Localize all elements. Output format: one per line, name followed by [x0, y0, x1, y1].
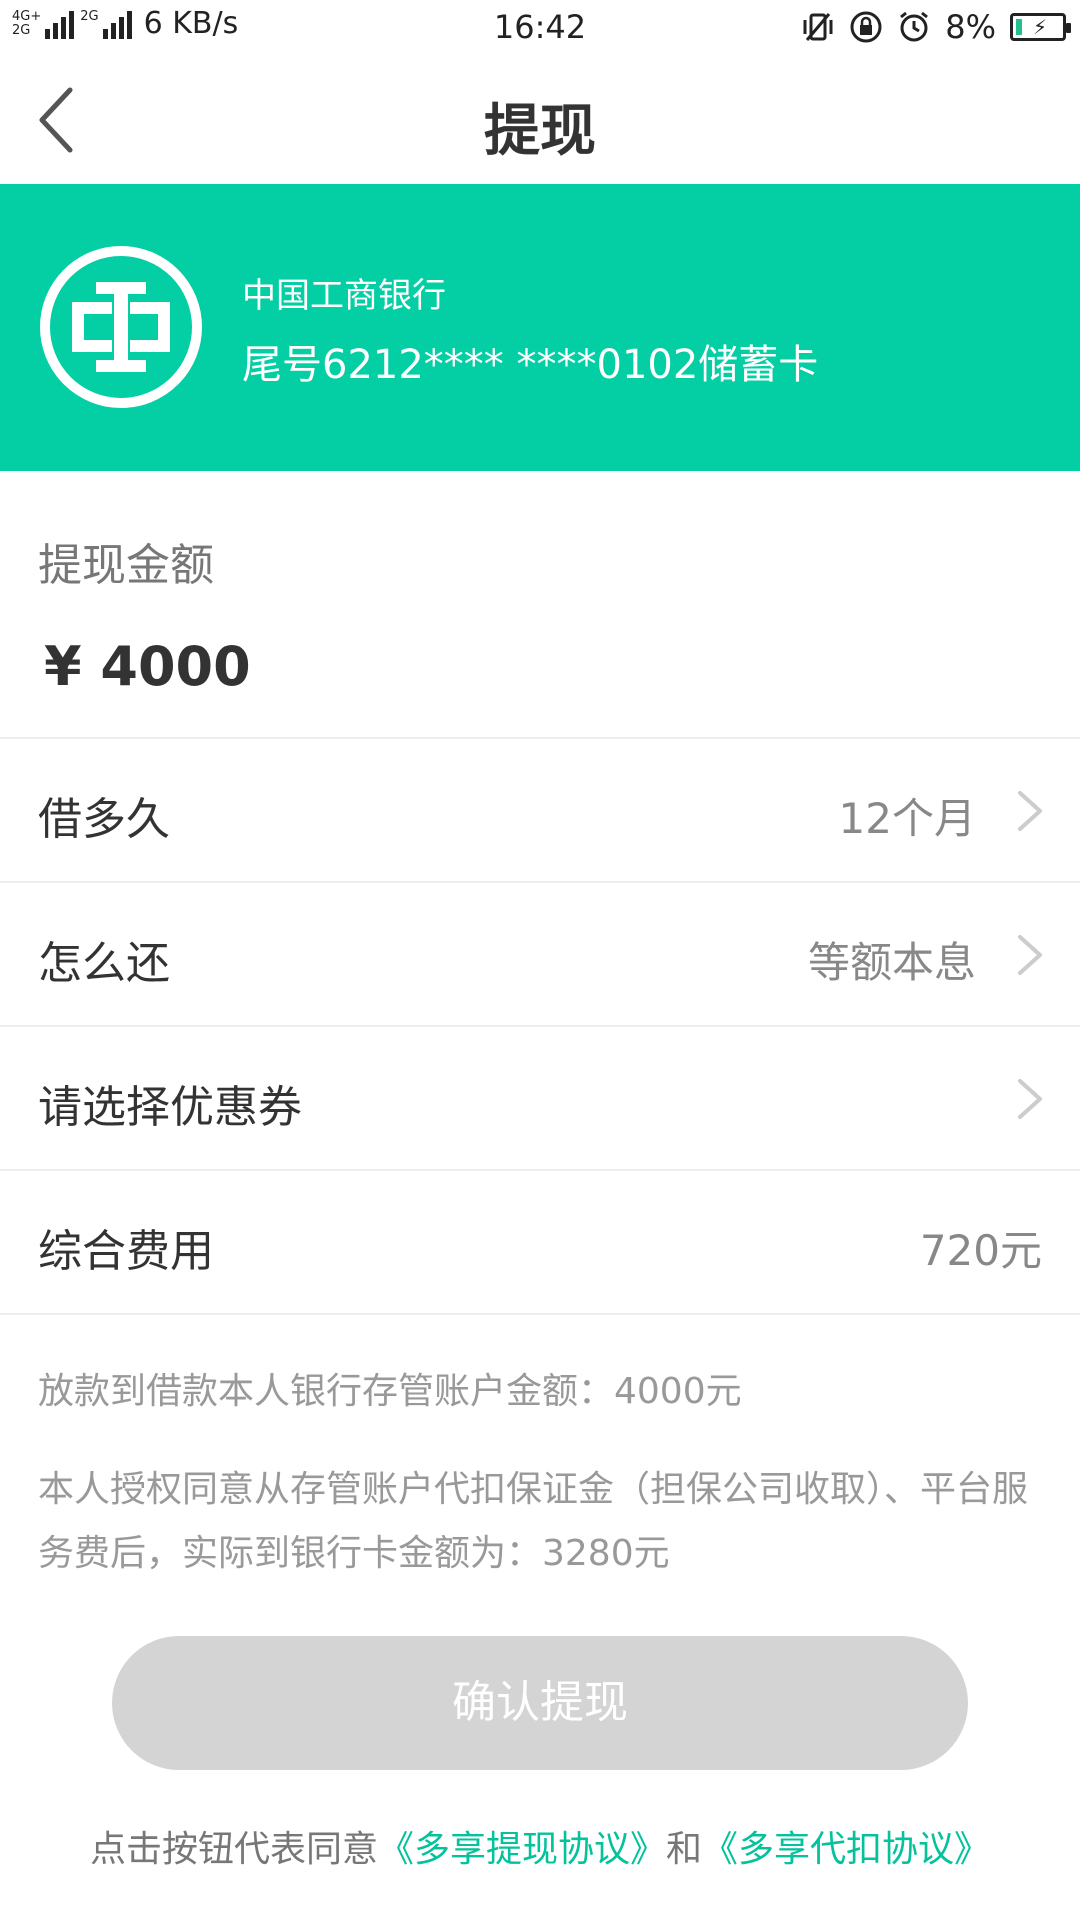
chevron-right-icon: [1018, 1079, 1042, 1119]
status-bar-right: 8% ⚡: [801, 8, 1071, 46]
fee-label: 综合费用: [38, 1226, 214, 1277]
agreement-conjunction: 和: [666, 1829, 703, 1870]
chevron-right-icon: [1018, 791, 1042, 831]
agreement-text: 点击按钮代表同意《多享提现协议》和《多享代扣协议》: [0, 1820, 1080, 1872]
loan-term-value: 12个月: [838, 794, 976, 843]
bank-name: 中国工商银行: [242, 276, 446, 316]
fee-value: 720元: [919, 1226, 1042, 1275]
loan-term-row[interactable]: 借多久 12个月: [0, 739, 1080, 883]
coupon-label: 请选择优惠券: [38, 1082, 302, 1133]
loan-term-label: 借多久: [38, 794, 170, 845]
amount-input[interactable]: ¥ 4000: [44, 635, 251, 698]
battery-percent: 8%: [945, 8, 996, 46]
withdraw-agreement-link[interactable]: 《多享提现协议》: [378, 1829, 666, 1870]
deduction-agreement-link[interactable]: 《多享代扣协议》: [702, 1829, 990, 1870]
disbursement-note: 放款到借款本人银行存管账户金额：4000元: [38, 1371, 742, 1412]
chevron-right-icon: [1018, 935, 1042, 975]
agreement-prefix: 点击按钮代表同意: [89, 1829, 378, 1870]
navigation-bar: 提现: [0, 56, 1080, 184]
coupon-row[interactable]: 请选择优惠券: [0, 1027, 1080, 1171]
withdraw-amount-section: 提现金额 ¥ 4000: [0, 471, 1080, 739]
alarm-icon: [900, 11, 929, 42]
page-title: 提现: [484, 99, 596, 164]
repayment-method-row[interactable]: 怎么还 等额本息: [0, 883, 1080, 1027]
rotation-lock-icon: [850, 11, 882, 43]
bank-card[interactable]: 中国工商银行 尾号6212**** ****0102储蓄卡: [0, 184, 1080, 471]
confirm-withdraw-button[interactable]: 确认提现: [112, 1636, 968, 1770]
card-number: 尾号6212**** ****0102储蓄卡: [242, 342, 819, 388]
total-fee-row: 综合费用 720元: [0, 1171, 1080, 1315]
icbc-logo: [40, 246, 202, 408]
repayment-label: 怎么还: [38, 938, 170, 989]
status-bar: 4G+ 2G 2G 6 KB/s 16:42 8% ⚡: [0, 0, 1080, 56]
vibrate-icon: [803, 13, 833, 41]
authorization-note: 本人授权同意从存管账户代扣保证金（担保公司收取）、平台服务费后，实际到银行卡金额…: [38, 1469, 1029, 1574]
battery-charging-icon: ⚡: [1010, 13, 1071, 41]
amount-label: 提现金额: [38, 540, 214, 591]
repayment-value: 等额本息: [807, 938, 976, 987]
